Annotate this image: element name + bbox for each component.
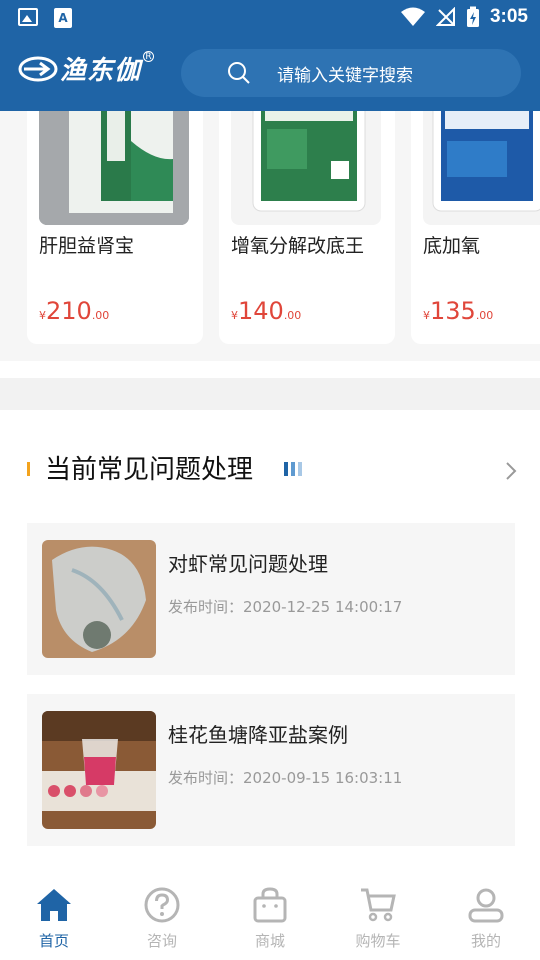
registered-mark: R <box>143 51 155 62</box>
app-logo: 渔东伽 R <box>18 50 155 87</box>
shopping-bag-icon <box>253 887 287 923</box>
nav-label: 咨询 <box>146 932 177 950</box>
product-price: ¥140.00 <box>231 297 302 325</box>
nav-cart[interactable]: 购物车 <box>324 870 432 960</box>
top-bar: A 3:05 渔东伽 R 请输入关键字搜索 <box>0 0 540 111</box>
question-icon <box>144 887 180 923</box>
section-divider <box>0 378 540 410</box>
app-notification-icon: A <box>54 8 72 28</box>
article-title: 桂花鱼塘降亚盐案例 <box>168 723 348 747</box>
nav-label: 我的 <box>470 932 501 950</box>
section-title: 当前常见问题处理 <box>45 455 254 485</box>
product-name: 肝胆益肾宝 <box>39 235 135 257</box>
fish-logo-icon <box>18 56 58 81</box>
article-publish-time: 发布时间：2020-09-15 16:03:11 <box>168 769 403 787</box>
product-price: ¥210.00 <box>39 297 110 325</box>
gallery-notification-icon <box>18 8 38 26</box>
product-image <box>231 111 381 225</box>
product-card[interactable]: 增氧分解改底王 ¥140.00 <box>219 111 395 344</box>
search-bar[interactable]: 请输入关键字搜索 <box>181 49 521 97</box>
product-price: ¥135.00 <box>423 297 494 325</box>
section-decoration-icon <box>284 462 302 476</box>
section-accent-bar <box>27 462 30 476</box>
home-icon <box>37 889 71 921</box>
product-card[interactable]: 底加氧 ¥135.00 <box>411 111 540 344</box>
article-title: 对虾常见问题处理 <box>168 552 328 576</box>
article-card[interactable]: 对虾常见问题处理 发布时间：2020-12-25 14:00:17 <box>27 523 515 675</box>
article-card[interactable]: 桂花鱼塘降亚盐案例 发布时间：2020-09-15 16:03:11 <box>27 694 515 846</box>
cart-icon <box>361 888 396 922</box>
article-thumbnail <box>42 711 156 829</box>
status-bar: A 3:05 <box>0 0 540 36</box>
nav-consult[interactable]: 咨询 <box>108 870 216 960</box>
signal-icon <box>435 7 455 26</box>
product-name: 增氧分解改底王 <box>231 235 365 257</box>
nav-label: 购物车 <box>355 932 401 950</box>
user-icon <box>468 888 504 923</box>
article-publish-time: 发布时间：2020-12-25 14:00:17 <box>168 598 403 616</box>
product-image <box>423 111 540 225</box>
bottom-navigation: 首页 咨询 商城 购物车 我的 <box>0 870 540 960</box>
app-header: 渔东伽 R 请输入关键字搜索 <box>0 36 540 111</box>
nav-label: 首页 <box>38 932 69 950</box>
section-header[interactable]: 当前常见问题处理 <box>0 445 540 489</box>
wifi-icon <box>400 7 425 26</box>
search-icon <box>228 62 250 84</box>
nav-label: 商城 <box>254 932 285 950</box>
status-time: 3:05 <box>489 6 528 27</box>
chevron-right-icon[interactable] <box>504 461 518 481</box>
article-thumbnail <box>42 540 156 658</box>
product-image <box>39 111 189 225</box>
battery-charging-icon <box>466 6 479 27</box>
nav-mine[interactable]: 我的 <box>432 870 540 960</box>
nav-mall[interactable]: 商城 <box>216 870 324 960</box>
product-card[interactable]: 肝胆益肾宝 ¥210.00 <box>27 111 203 344</box>
logo-text: 渔东伽 <box>60 56 142 86</box>
nav-home[interactable]: 首页 <box>0 870 108 960</box>
search-placeholder: 请输入关键字搜索 <box>277 65 413 86</box>
product-name: 底加氧 <box>423 235 481 257</box>
product-carousel[interactable]: 肝胆益肾宝 ¥210.00 增氧分解改底王 ¥140.00 底加氧 ¥135.0… <box>0 111 540 361</box>
